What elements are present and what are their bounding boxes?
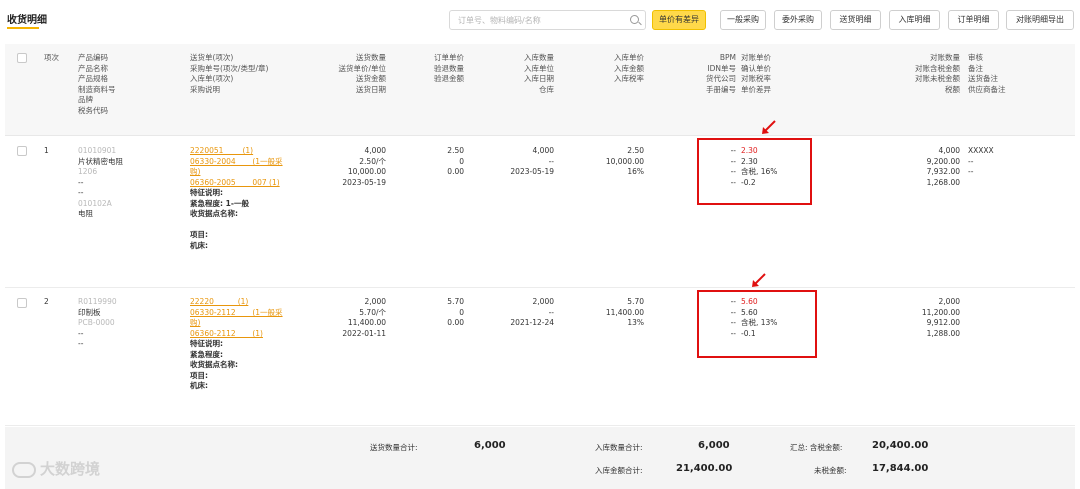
delivery-detail-button[interactable]: 送货明细 — [830, 10, 881, 30]
reconciliation-export-button[interactable]: 对账明细导出 — [1006, 10, 1074, 30]
row-delivery-qty: 2,000 5.70/个 11,400.00 2022-01-11 — [342, 297, 386, 338]
row-order: 2.50 0 0.00 — [447, 146, 464, 176]
stock-qty-total: 6,000 — [698, 440, 730, 451]
header-bpm: BPM IDN单号 货代公司 手册编号 — [706, 53, 736, 94]
select-all-checkbox[interactable] — [17, 53, 27, 63]
stock-in-link[interactable]: 06360-2005 007 (1) — [190, 178, 283, 189]
page-title: 收货明细 — [7, 15, 47, 26]
stock-amount-label: 入库金额合计: — [595, 466, 643, 475]
stock-in-detail-button[interactable]: 入库明细 — [889, 10, 940, 30]
stock-amount-total: 21,400.00 — [676, 463, 733, 474]
top-bar: 收货明细 单价有差异 一般采购 委外采购 送货明细 入库明细 订单明细 对账明细… — [0, 0, 1080, 38]
header-recon-qty: 对账数量 对账含税金额 对账未税金额 税额 — [915, 53, 960, 94]
row-stock-in: 2,000 -- 2021-12-24 — [510, 297, 554, 327]
header-seq: 项次 — [44, 53, 59, 62]
purchase-link-cont[interactable]: 购) — [190, 167, 283, 178]
row-delivery-qty: 4,000 2.50/个 10,000.00 2023-05-19 — [342, 146, 386, 187]
header-recon-price: 对账单价 确认单价 对账税率 单价差异 — [741, 53, 771, 94]
header-delivery: 送货单(项次) 采购单号(项次/类型/章) 入库单(项次) 采购说明 — [190, 53, 269, 94]
header-product: 产品编码 产品名称 产品规格 制造商料号 品牌 税务代码 — [78, 53, 116, 115]
price-diff-button[interactable]: 单价有差异 — [652, 10, 706, 30]
row-checkbox[interactable] — [17, 146, 27, 156]
watermark-logo-icon — [12, 461, 36, 478]
row-order: 5.70 0 0.00 — [447, 297, 464, 327]
delivery-total-label: 送货数量合计: — [370, 443, 418, 452]
tax-excl-label: 未税金额: — [814, 466, 847, 475]
order-detail-button[interactable]: 订单明细 — [948, 10, 999, 30]
row-delivery: 2220051 (1) 06330-2004 (1一般采 购) 06360-20… — [190, 146, 283, 250]
row-stock-in: 4,000 -- 2023-05-19 — [510, 146, 554, 176]
tax-incl-label: 汇总: 含税金额: — [790, 443, 843, 452]
tax-incl-total: 20,400.00 — [872, 440, 929, 451]
highlight-arrow-icon — [762, 120, 776, 134]
row-seq: 1 — [44, 146, 49, 155]
search-input[interactable] — [450, 11, 620, 29]
row-stock-price: 5.70 11,400.00 13% — [605, 297, 644, 327]
search-icon[interactable] — [630, 15, 639, 24]
price-diff-highlight — [697, 138, 812, 205]
row-checkbox[interactable] — [17, 298, 27, 308]
row-product: R0119990 印制板 PCB-0000 -- -- — [78, 297, 117, 348]
row-delivery: 22220 (1) 06330-2112 (1一般采 购) 06360-2112… — [190, 297, 283, 390]
purchase-link-cont[interactable]: 购) — [190, 318, 283, 329]
row-product: 01010901 片状精密电阻 1206 -- -- 010102A 电阻 — [78, 146, 123, 218]
highlight-arrow-icon — [752, 273, 766, 287]
outsource-purchase-button[interactable]: 委外采购 — [774, 10, 822, 30]
header-audit: 审核 备注 送货备注 供应商备注 — [968, 53, 1006, 94]
row-recon-qty: 2,000 11,200.00 9,912.00 1,288.00 — [921, 297, 960, 338]
delivery-link[interactable]: 22220 (1) — [190, 297, 283, 308]
tax-excl-total: 17,844.00 — [872, 463, 929, 474]
purchase-link[interactable]: 06330-2004 (1一般采 — [190, 157, 283, 168]
delivery-link[interactable]: 2220051 (1) — [190, 146, 283, 157]
totals-footer — [5, 427, 1075, 489]
row-recon-qty: 4,000 9,200.00 7,932.00 1,268.00 — [926, 146, 960, 187]
header-delivery-qty: 送货数量 送货单价/单位 送货金额 送货日期 — [338, 53, 386, 94]
watermark: 大数跨境 — [12, 458, 100, 479]
stock-qty-label: 入库数量合计: — [595, 443, 643, 452]
header-stock-in: 入库数量 入库单位 入库日期 仓库 — [524, 53, 554, 94]
row-stock-price: 2.50 10,000.00 16% — [605, 146, 644, 176]
title-underline — [7, 27, 39, 29]
general-purchase-button[interactable]: 一般采购 — [720, 10, 766, 30]
row-audit: XXXXX -- -- — [968, 146, 994, 176]
stock-in-link[interactable]: 06360-2112 (1) — [190, 329, 283, 340]
row-seq: 2 — [44, 297, 49, 306]
search-box[interactable] — [449, 10, 646, 30]
header-order: 订单单价 验退数量 验退金额 — [434, 53, 464, 83]
price-diff-highlight — [697, 290, 817, 358]
purchase-link[interactable]: 06330-2112 (1一般采 — [190, 308, 283, 319]
delivery-total: 6,000 — [474, 440, 506, 451]
header-stock-price: 入库单价 入库金额 入库税率 — [614, 53, 644, 83]
